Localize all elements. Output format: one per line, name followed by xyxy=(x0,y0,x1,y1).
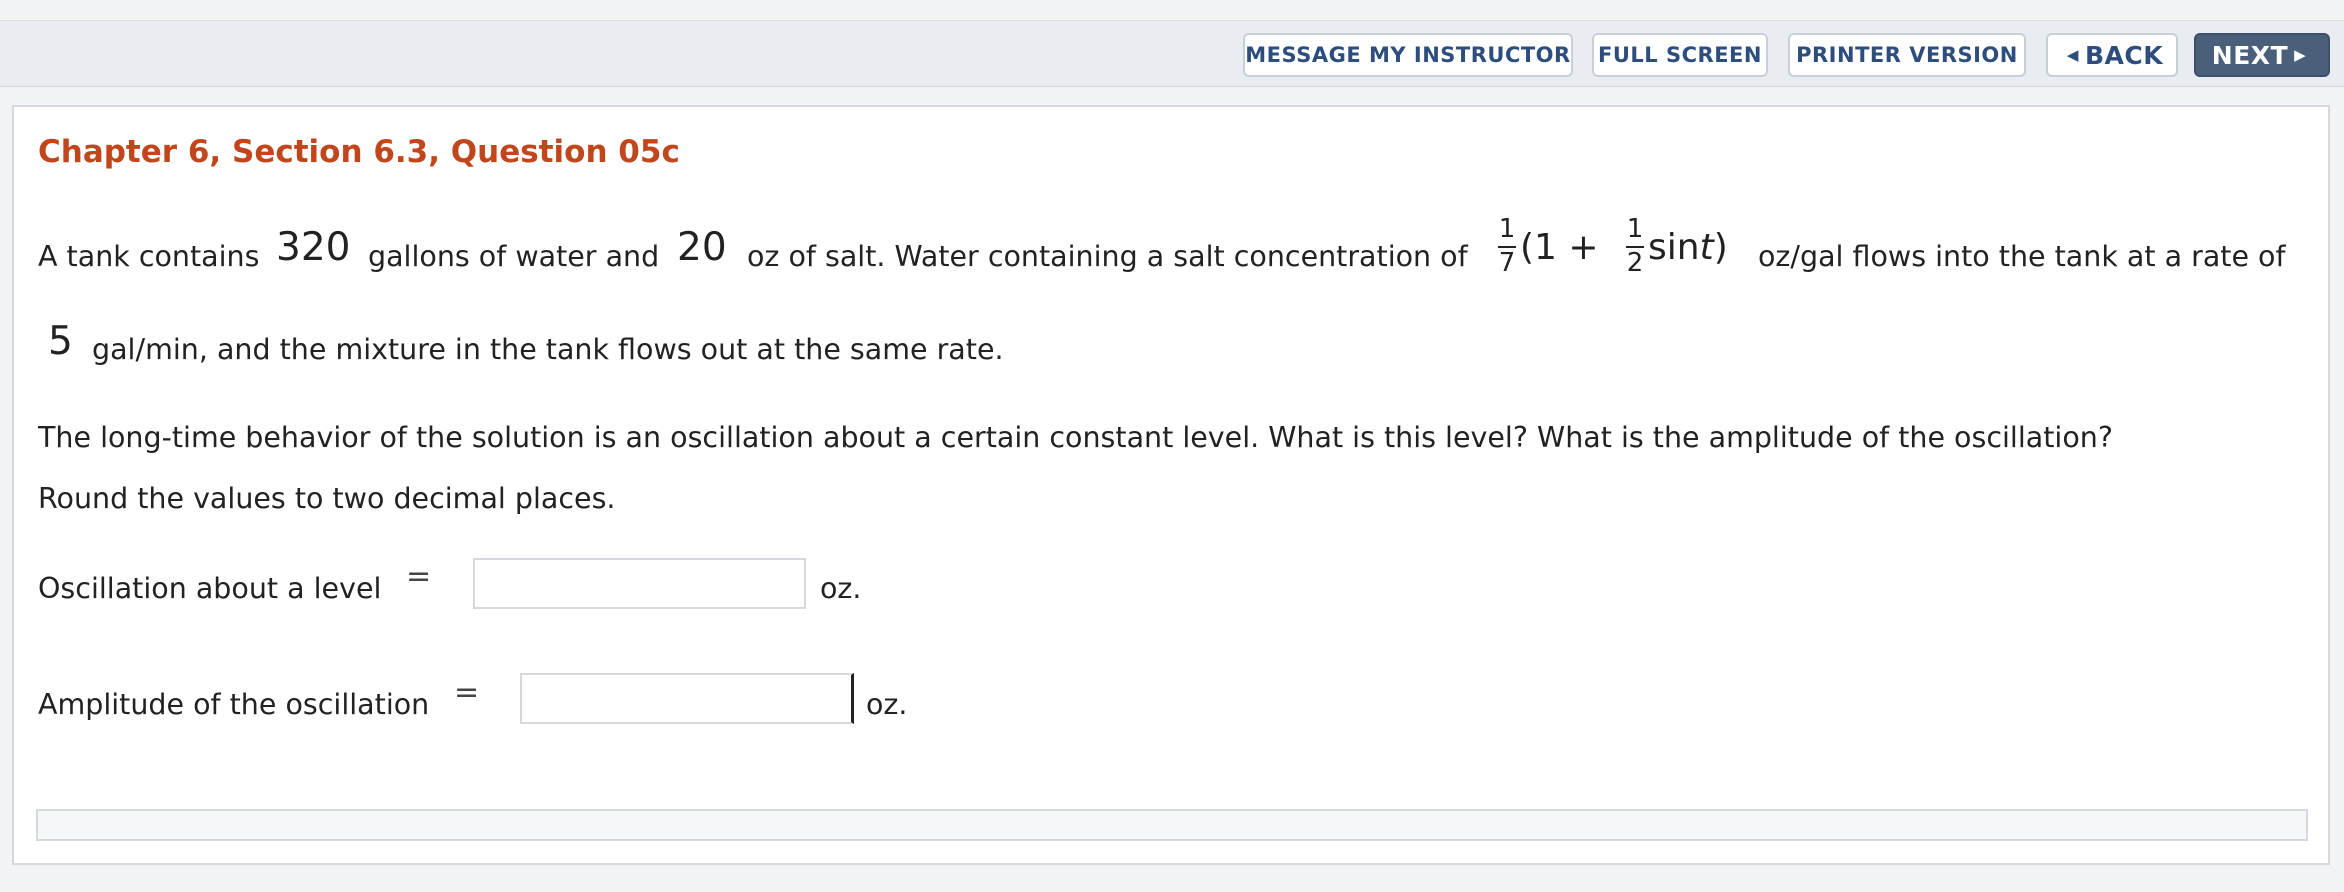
printer-version-button[interactable]: PRINTER VERSION xyxy=(1788,33,2026,77)
full-screen-label: FULL SCREEN xyxy=(1598,43,1762,67)
line4-text: Round the values to two decimal places. xyxy=(38,482,616,515)
tank-volume-value: 320 xyxy=(276,225,351,270)
flow-rate-value: 5 xyxy=(48,319,73,364)
level-unit: oz. xyxy=(820,572,862,605)
level-label: Oscillation about a level xyxy=(38,572,382,605)
line1-text-c: oz of salt. Water containing a salt conc… xyxy=(747,240,1468,273)
triangle-right-icon: ▶ xyxy=(2294,46,2307,64)
level-equals: = xyxy=(406,559,432,594)
toolbar: MESSAGE MY INSTRUCTOR FULL SCREEN PRINTE… xyxy=(0,21,2344,87)
inner-denominator: 2 xyxy=(1626,248,1644,278)
amplitude-equals: = xyxy=(454,675,480,710)
inner-numerator: 1 xyxy=(1626,214,1644,244)
expr-close: ) xyxy=(1713,227,1728,268)
expr-open: (1 + xyxy=(1520,227,1599,268)
full-screen-button[interactable]: FULL SCREEN xyxy=(1592,33,1768,77)
line2-text: gal/min, and the mixture in the tank flo… xyxy=(92,333,1004,366)
outer-denominator: 7 xyxy=(1498,248,1516,278)
message-instructor-button[interactable]: MESSAGE MY INSTRUCTOR xyxy=(1243,33,1573,77)
level-answer-input[interactable] xyxy=(473,558,806,609)
line1-text-d: oz/gal flows into the tank at a rate of xyxy=(1758,240,2286,273)
amplitude-answer-input[interactable] xyxy=(520,673,854,724)
amplitude-unit: oz. xyxy=(866,688,908,721)
next-button[interactable]: NEXT ▶ xyxy=(2194,33,2330,77)
outer-numerator: 1 xyxy=(1498,214,1516,244)
sin-func: sin xyxy=(1648,227,1700,268)
question-panel: Chapter 6, Section 6.3, Question 05c A t… xyxy=(12,105,2330,865)
back-label: BACK xyxy=(2084,40,2164,70)
line1-text-b: gallons of water and xyxy=(368,240,660,273)
salt-amount-value: 20 xyxy=(677,225,727,270)
message-instructor-label: MESSAGE MY INSTRUCTOR xyxy=(1245,43,1571,67)
printer-version-label: PRINTER VERSION xyxy=(1796,43,2018,67)
next-label: NEXT xyxy=(2211,40,2289,70)
feedback-bar xyxy=(36,809,2308,841)
triangle-left-icon: ◀ xyxy=(2066,46,2079,64)
question-title: Chapter 6, Section 6.3, Question 05c xyxy=(38,134,680,170)
amplitude-label: Amplitude of the oscillation xyxy=(38,688,430,721)
time-variable: t xyxy=(1699,227,1714,268)
line3-text: The long-time behavior of the solution i… xyxy=(38,421,2113,454)
expr-sin: sint) xyxy=(1648,227,1728,268)
line1-text-a: A tank contains xyxy=(38,240,260,273)
back-button[interactable]: ◀ BACK xyxy=(2046,33,2178,77)
